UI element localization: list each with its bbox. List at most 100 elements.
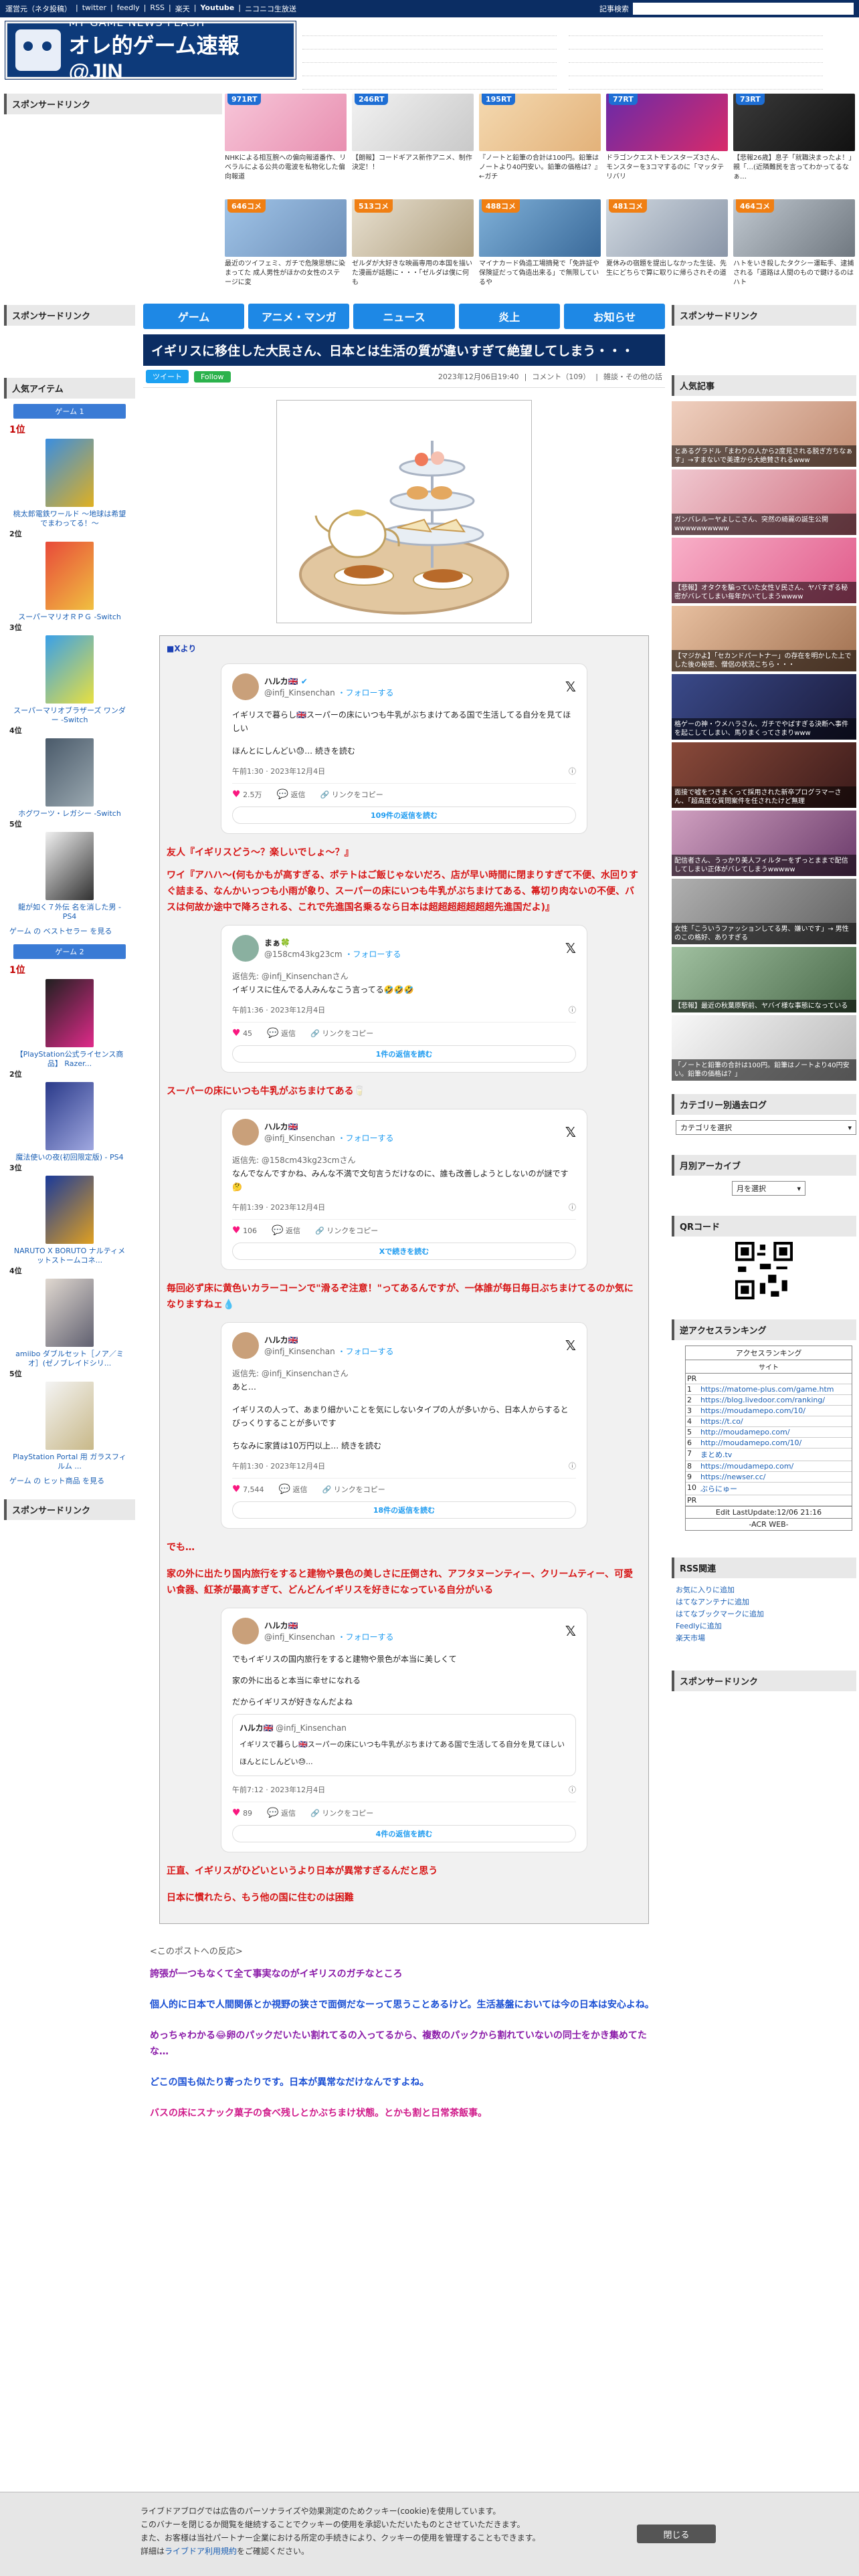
info-icon[interactable]: ⓘ bbox=[569, 1784, 576, 1795]
featured-item[interactable]: 513コメ ゼルダが大好きな映画専用の本国を描いた漫画が話題に・・・「ゼルダは僕に… bbox=[352, 199, 474, 298]
category-select[interactable]: カテゴリを選択 ▾ bbox=[676, 1120, 856, 1135]
popular-article[interactable]: 格ゲーの神・ウメハラさん、ガチでやばすぎる決断へ事件を起こしてしまい、馬りまくっ… bbox=[672, 674, 856, 740]
featured-item[interactable]: 971RT NHKによる相互腕への偏向報道番作、リベラルによる公共の電波を私物化し… bbox=[225, 94, 347, 193]
embedded-tweet[interactable]: ハルカ🇬🇧 @infj_Kinsenchan ・フォローする 𝕏 でもイギリスの… bbox=[221, 1608, 587, 1852]
reply-label[interactable]: 返信 bbox=[281, 1809, 296, 1818]
tweet-timestamp[interactable]: 午前1:39 · 2023年12月4日 bbox=[232, 1202, 325, 1212]
top-link-feedly[interactable]: feedly bbox=[117, 3, 140, 14]
link-icon[interactable]: 🔗 bbox=[322, 1485, 332, 1494]
featured-item[interactable]: 195RT 『ノートと鉛筆の合計は100円。鉛筆はノートより40円安い。鉛筆の価格… bbox=[479, 94, 601, 193]
info-icon[interactable]: ⓘ bbox=[569, 766, 576, 776]
heart-icon[interactable]: ♥ bbox=[232, 789, 241, 800]
popular-article[interactable]: 【マジかよ】「セカンドパートナー」の存在を明かした上でした後の秘密、僧侶の状況こ… bbox=[672, 606, 856, 671]
follow-link[interactable]: ・フォローする bbox=[338, 1134, 394, 1143]
reply-icon[interactable]: 💬 bbox=[277, 789, 288, 800]
product-image[interactable] bbox=[45, 832, 94, 900]
header-link[interactable] bbox=[569, 40, 823, 49]
copy-link-label[interactable]: リンクをコピー bbox=[332, 790, 383, 799]
featured-item[interactable]: 246RT 【朗報】コードギアス新作アニメ、制作決定！！ bbox=[352, 94, 474, 193]
tweet-handle[interactable]: @158cm43kg23cm bbox=[264, 950, 343, 959]
avatar[interactable] bbox=[232, 1119, 259, 1146]
x-logo-icon[interactable]: 𝕏 bbox=[565, 1623, 576, 1639]
embedded-tweet[interactable]: ハルカ🇬🇧 ✔ @infj_Kinsenchan ・フォローする 𝕏 イギリスで… bbox=[221, 663, 587, 834]
reply-icon[interactable]: 💬 bbox=[267, 1808, 278, 1818]
rss-link[interactable]: 楽天市場 bbox=[672, 1632, 856, 1644]
product-name[interactable]: amiibo ダブルセット［ノア／ミオ］(ゼノブレイドシリ... bbox=[4, 1350, 135, 1368]
popular-article[interactable]: 【悲報】オタクを騙っていた女性Ｖ民さん、ヤバすぎる秘密がバレてしまい毎年かいてし… bbox=[672, 538, 856, 603]
link-icon[interactable]: 🔗 bbox=[310, 1029, 320, 1038]
tweet-author-name[interactable]: ハルカ🇬🇧 ✔ bbox=[264, 675, 394, 687]
copy-link-label[interactable]: リンクをコピー bbox=[334, 1485, 385, 1494]
tweet-handle[interactable]: @infj_Kinsenchan bbox=[264, 1632, 335, 1642]
link-icon[interactable]: 🔗 bbox=[320, 790, 330, 799]
header-link[interactable] bbox=[302, 40, 557, 49]
tweet-timestamp[interactable]: 午前1:36 · 2023年12月4日 bbox=[232, 1004, 325, 1015]
read-replies-button[interactable]: 1件の返信を読む bbox=[232, 1045, 576, 1063]
rss-link[interactable]: はてなアンテナに追加 bbox=[672, 1596, 856, 1608]
bestseller-link[interactable]: ゲーム の ベストセラー を見る bbox=[4, 922, 135, 940]
reply-label[interactable]: 返信 bbox=[293, 1485, 308, 1494]
product-image[interactable] bbox=[45, 439, 94, 507]
popular-article[interactable]: 「ノートと鉛筆の合計は100円。鉛筆はノートより40円安い。鉛筆の価格は？」 bbox=[672, 1015, 856, 1081]
popular-article[interactable]: 面接で嘘をつきまくって採用された新卒プログラマーさん、「超高度な質問案件を任され… bbox=[672, 742, 856, 808]
product-name[interactable]: NARUTO X BORUTO ナルティメットストームコネ... bbox=[4, 1247, 135, 1265]
header-link[interactable] bbox=[569, 67, 823, 76]
hit-products-link[interactable]: ゲーム の ヒット商品 を見る bbox=[4, 1471, 135, 1490]
product-name[interactable]: ホグワーツ・レガシー -Switch bbox=[4, 809, 135, 819]
nav-game[interactable]: ゲーム bbox=[143, 304, 245, 329]
product-image[interactable] bbox=[45, 542, 94, 610]
sponsor-ad-area[interactable] bbox=[4, 331, 135, 378]
product-name[interactable]: 【PlayStation公式ライセンス商品】 Razer... bbox=[4, 1050, 135, 1069]
avatar[interactable] bbox=[232, 1618, 259, 1644]
access-table-credit[interactable]: -ACR WEB- bbox=[686, 1519, 852, 1530]
top-link-twitter[interactable]: twitter bbox=[82, 3, 106, 14]
link-icon[interactable]: 🔗 bbox=[310, 1809, 320, 1818]
read-replies-button[interactable]: 109件の返信を読む bbox=[232, 807, 576, 824]
product-image[interactable] bbox=[45, 1176, 94, 1244]
popular-article[interactable]: 配信者さん、うっかり美人フィルターをずっとままで配信してしまい正体がバレてしまう… bbox=[672, 811, 856, 876]
header-link[interactable] bbox=[569, 27, 823, 36]
read-replies-button[interactable]: 4件の返信を読む bbox=[232, 1825, 576, 1842]
follow-link[interactable]: ・フォローする bbox=[338, 1632, 394, 1642]
product-image[interactable] bbox=[45, 1279, 94, 1347]
category-link[interactable]: 雑談・その他の話 bbox=[603, 371, 662, 382]
popular-article[interactable]: 女性「こういうファッションしてる男、嫌いです」→ 男性のこの格好、ありすぎる bbox=[672, 879, 856, 944]
featured-item[interactable]: 481コメ 夏休みの宿題を提出しなかった生徒、先生にどちらで算に取りに帰らされその… bbox=[606, 199, 728, 298]
heart-icon[interactable]: ♥ bbox=[232, 1028, 241, 1039]
rss-link[interactable]: Feedlyに追加 bbox=[672, 1620, 856, 1632]
header-link[interactable] bbox=[302, 27, 557, 36]
embedded-tweet[interactable]: ハルカ🇬🇧 @infj_Kinsenchan ・フォローする 𝕏 返信先: @i… bbox=[221, 1322, 587, 1529]
product-name[interactable]: 龍が如く７外伝 名を消した男 - PS4 bbox=[4, 903, 135, 922]
info-icon[interactable]: ⓘ bbox=[569, 1461, 576, 1471]
tweet-timestamp[interactable]: 午前1:30 · 2023年12月4日 bbox=[232, 766, 325, 776]
tweet-timestamp[interactable]: 午前7:12 · 2023年12月4日 bbox=[232, 1784, 325, 1795]
read-replies-button[interactable]: 18件の返信を読む bbox=[232, 1501, 576, 1519]
featured-item[interactable]: 646コメ 最近のツイフェミ、ガチで危険思想に染まってた 成人男性がほかの女性のス… bbox=[225, 199, 347, 298]
header-link[interactable] bbox=[302, 80, 557, 90]
reply-icon[interactable]: 💬 bbox=[272, 1225, 283, 1236]
copy-link-label[interactable]: リンクをコピー bbox=[326, 1226, 378, 1235]
header-link[interactable] bbox=[302, 53, 557, 63]
tweet-handle[interactable]: @infj_Kinsenchan bbox=[264, 1347, 335, 1356]
rss-link[interactable]: お気に入りに追加 bbox=[672, 1584, 856, 1596]
top-link-niconico[interactable]: ニコニコ生放送 bbox=[245, 3, 296, 14]
sponsor-ad-area[interactable] bbox=[672, 331, 856, 375]
quoted-tweet[interactable]: ハルカ🇬🇧 @infj_Kinsenchan イギリスで暮らし🇬🇧スーパーの床に… bbox=[232, 1714, 576, 1776]
sponsor-ad-area[interactable] bbox=[4, 120, 222, 314]
close-cookie-button[interactable]: 閉じる bbox=[637, 2525, 716, 2543]
embedded-tweet[interactable]: まぁ🍀 @158cm43kg23cm ・フォローする 𝕏 返信先: @infj_… bbox=[221, 925, 587, 1073]
nav-news[interactable]: ニュース bbox=[353, 304, 455, 329]
search-input[interactable] bbox=[633, 3, 854, 15]
access-table-footer[interactable]: Edit LastUpdate:12/06 21:16 bbox=[686, 1506, 852, 1519]
nav-anime-manga[interactable]: アニメ・マンガ bbox=[248, 304, 350, 329]
product-name[interactable]: スーパーマリオブラザーズ ワンダー -Switch bbox=[4, 706, 135, 725]
info-icon[interactable]: ⓘ bbox=[569, 1202, 576, 1212]
nav-notice[interactable]: お知らせ bbox=[563, 304, 666, 329]
tweet-author-name[interactable]: まぁ🍀 bbox=[264, 937, 401, 948]
product-image[interactable] bbox=[45, 1382, 94, 1450]
avatar[interactable] bbox=[232, 673, 259, 700]
x-logo-icon[interactable]: 𝕏 bbox=[565, 679, 576, 695]
follow-link[interactable]: ・フォローする bbox=[338, 1347, 394, 1356]
site-logo[interactable]: MY GAME NEWS FLASH オレ的ゲーム速報@JIN bbox=[5, 16, 296, 84]
reply-icon[interactable]: 💬 bbox=[267, 1028, 278, 1039]
